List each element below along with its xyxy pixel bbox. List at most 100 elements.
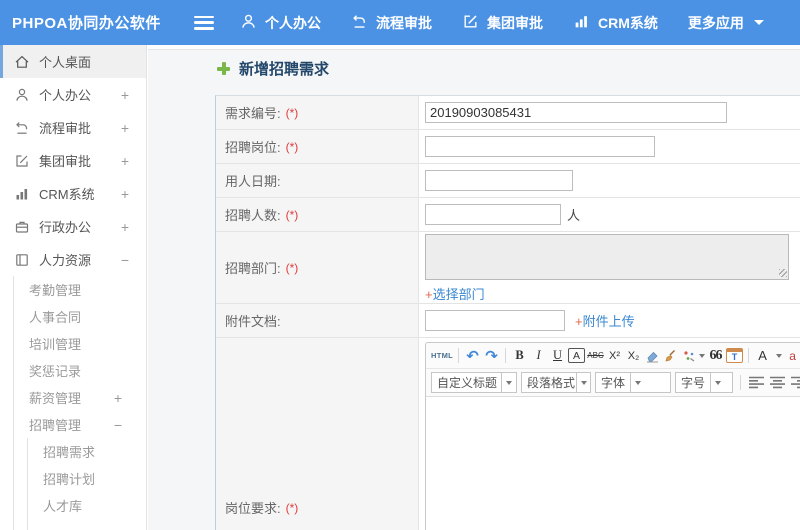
- menu-icon[interactable]: [194, 15, 214, 30]
- form-row-post: 招聘岗位: (*): [216, 130, 800, 164]
- expand-icon[interactable]: +: [121, 121, 129, 135]
- expand-icon[interactable]: +: [121, 88, 129, 102]
- briefcase-icon: [14, 219, 30, 235]
- font-size-select[interactable]: 字号: [675, 372, 733, 393]
- expand-icon[interactable]: +: [121, 220, 129, 234]
- html-source-icon[interactable]: HTML: [431, 346, 453, 366]
- sidebar-item-label: 流程审批: [39, 121, 92, 136]
- sidebar-item-group-approval[interactable]: 集团审批 +: [0, 144, 146, 177]
- caret-down-icon: [776, 353, 783, 358]
- sidebar-item-human-resources[interactable]: 人力资源 −: [0, 243, 146, 276]
- sidebar-item-training[interactable]: 培训管理: [14, 330, 146, 357]
- align-left-icon[interactable]: [748, 373, 765, 393]
- italic-icon[interactable]: I: [530, 346, 547, 366]
- link-text: 选择部门: [432, 287, 485, 302]
- sidebar-item-crm-system[interactable]: CRM系统 +: [0, 177, 146, 210]
- demand-no-input[interactable]: [425, 102, 727, 123]
- topnav-label: 个人办公: [265, 14, 321, 31]
- required-mark: (*): [285, 105, 299, 120]
- sidebar-item-label: 奖惩记录: [29, 364, 82, 379]
- required-mark: (*): [285, 260, 299, 275]
- redo-icon[interactable]: ↷: [483, 346, 500, 366]
- autotypeset-icon[interactable]: [682, 346, 706, 366]
- underline-icon[interactable]: U: [549, 346, 566, 366]
- toolbar-divider: [505, 348, 507, 363]
- paste-icon[interactable]: T: [726, 348, 744, 363]
- topnav-more-apps[interactable]: 更多应用: [688, 13, 764, 33]
- recruit-post-input[interactable]: [425, 136, 655, 157]
- sidebar-item-salary[interactable]: 薪资管理 +: [14, 384, 146, 411]
- department-textarea[interactable]: [425, 234, 789, 280]
- blockquote-icon[interactable]: 66: [707, 346, 724, 366]
- select-value: 自定义标题: [437, 376, 498, 390]
- align-center-icon[interactable]: [769, 373, 786, 393]
- sidebar-item-workflow-approval[interactable]: 流程审批 +: [0, 111, 146, 144]
- undo-icon[interactable]: ↶: [464, 346, 481, 366]
- editor-toolbar-row1: HTML ↶ ↷ B I U A ABC X² X₂ 66 T A a: [426, 343, 800, 369]
- sidebar-item-recruit-plan[interactable]: 招聘计划: [28, 465, 146, 492]
- toolbar-divider: [740, 375, 741, 390]
- top-navigation: 个人办公 流程审批 集团审批 CRM系统 更多应用: [240, 13, 764, 33]
- topnav-crm-system[interactable]: CRM系统: [573, 13, 658, 33]
- subscript-icon[interactable]: X₂: [625, 346, 642, 366]
- font-border-icon[interactable]: A: [568, 348, 586, 363]
- sidebar-item-recruit-demand[interactable]: 招聘需求: [28, 438, 146, 465]
- sidebar-item-admin-office[interactable]: 行政办公 +: [0, 210, 146, 243]
- attachment-upload-link[interactable]: +附件上传: [575, 311, 635, 330]
- collapse-icon[interactable]: −: [114, 418, 122, 432]
- expand-icon[interactable]: +: [121, 187, 129, 201]
- align-right-icon[interactable]: [790, 373, 800, 393]
- background-color-icon[interactable]: a: [784, 346, 800, 366]
- topnav-workflow-approval[interactable]: 流程审批: [351, 13, 432, 33]
- caret-down-icon: [710, 373, 725, 392]
- paragraph-select[interactable]: 段落格式: [521, 372, 591, 393]
- strikethrough-icon[interactable]: ABC: [587, 346, 604, 366]
- custom-title-select[interactable]: 自定义标题: [431, 372, 517, 393]
- sidebar-item-label: 个人办公: [39, 88, 92, 103]
- select-department-link[interactable]: +选择部门: [425, 284, 485, 303]
- required-mark: (*): [285, 500, 299, 515]
- form-row-attachment: 附件文档: +附件上传: [216, 304, 800, 338]
- home-icon: [14, 54, 30, 70]
- form-row-demand-no: 需求编号: (*): [216, 96, 800, 130]
- topnav-personal-office[interactable]: 个人办公: [240, 13, 321, 33]
- label-text: 招聘岗位:: [225, 140, 281, 155]
- field-label: 需求编号: (*): [216, 96, 419, 129]
- sidebar-item-recruit-mgmt[interactable]: 招聘管理 −: [14, 411, 146, 438]
- sidebar-item-rewards[interactable]: 奖惩记录: [14, 357, 146, 384]
- expand-icon[interactable]: +: [121, 154, 129, 168]
- topnav-label: 更多应用: [687, 14, 744, 31]
- font-color-icon[interactable]: A: [754, 346, 771, 366]
- rich-text-editor: HTML ↶ ↷ B I U A ABC X² X₂ 66 T A a 自定义标…: [425, 342, 800, 530]
- font-family-select[interactable]: 字体: [595, 372, 671, 393]
- eraser-icon[interactable]: [644, 346, 661, 366]
- format-brush-icon[interactable]: [663, 346, 680, 366]
- field-label: 招聘岗位: (*): [216, 130, 419, 163]
- attachment-input[interactable]: [425, 310, 565, 331]
- label-text: 岗位要求:: [225, 501, 281, 516]
- expand-icon[interactable]: +: [114, 391, 122, 405]
- bar-chart-icon: [14, 186, 30, 202]
- form-row-department: 招聘部门: (*) +选择部门: [216, 232, 800, 304]
- sidebar-item-label: 个人桌面: [39, 55, 92, 70]
- headcount-input[interactable]: [425, 204, 561, 225]
- add-icon: [217, 62, 230, 75]
- bold-icon[interactable]: B: [511, 346, 528, 366]
- editor-content-area[interactable]: [426, 396, 800, 530]
- sidebar-item-attendance[interactable]: 考勤管理: [14, 276, 146, 303]
- caret-down-icon: [501, 373, 516, 392]
- collapse-icon[interactable]: −: [121, 253, 129, 267]
- sidebar-item-talent-pool[interactable]: 人才库: [28, 492, 146, 519]
- resize-handle-icon[interactable]: [779, 269, 787, 277]
- workflow-icon: [14, 120, 30, 136]
- sidebar-item-hr-contract[interactable]: 人事合同: [14, 303, 146, 330]
- field-label: 招聘部门: (*): [216, 232, 419, 303]
- sidebar-item-label: 考勤管理: [29, 283, 82, 298]
- hire-date-input[interactable]: [425, 170, 573, 191]
- edit-square-icon: [14, 153, 30, 169]
- sidebar-item-personal-office[interactable]: 个人办公 +: [0, 78, 146, 111]
- superscript-icon[interactable]: X²: [606, 346, 623, 366]
- sidebar-item-personal-desktop[interactable]: 个人桌面: [0, 45, 146, 78]
- topnav-group-approval[interactable]: 集团审批: [462, 13, 543, 33]
- sidebar-item-label: 薪资管理: [29, 391, 82, 406]
